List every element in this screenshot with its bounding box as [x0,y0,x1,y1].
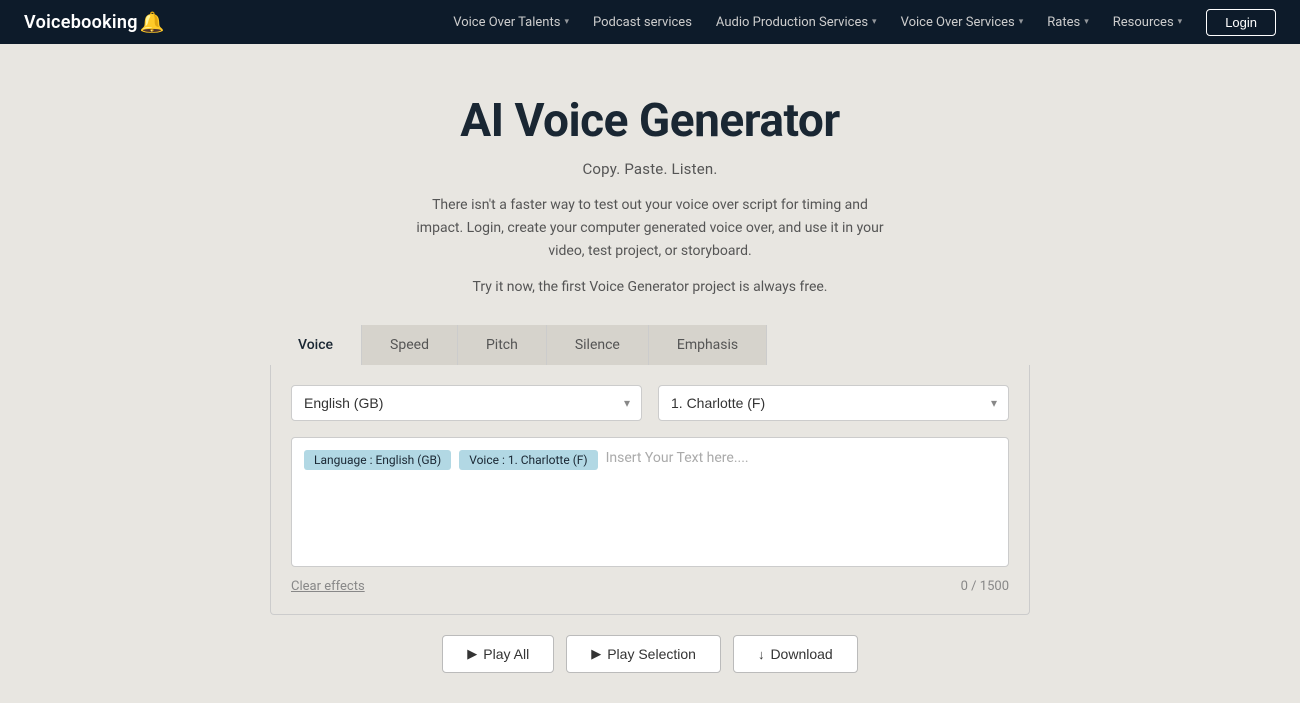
nav-item-resources[interactable]: Resources▾ [1103,9,1192,36]
panel-content: English (GB) 1. Charlotte (F) Language :… [270,365,1030,615]
play-all-button[interactable]: ▶ Play All [442,635,554,673]
hero-title: AI Voice Generator [460,94,840,148]
hero-free-note: Try it now, the first Voice Generator pr… [472,279,827,295]
play-all-label: Play All [483,646,529,662]
tab-silence[interactable]: Silence [547,325,649,365]
chevron-down-icon: ▾ [1019,17,1024,27]
chevron-down-icon: ▾ [1084,17,1089,27]
footer-row: Clear effects 0 / 1500 [291,579,1009,594]
play-selection-button[interactable]: ▶ Play Selection [566,635,721,673]
tab-emphasis[interactable]: Emphasis [649,325,767,365]
download-button[interactable]: ↓ Download [733,635,858,673]
play-selection-icon: ▶ [591,646,601,662]
tab-voice[interactable]: Voice [270,325,362,365]
tabs-container: VoiceSpeedPitchSilenceEmphasis [270,325,1030,365]
tab-speed[interactable]: Speed [362,325,458,365]
hero-subtitle: Copy. Paste. Listen. [582,160,717,178]
navbar-nav: Voice Over Talents▾Podcast servicesAudio… [443,9,1276,36]
play-all-icon: ▶ [467,646,477,662]
voice-select[interactable]: 1. Charlotte (F) [658,385,1009,421]
nav-item-voice-over-talents[interactable]: Voice Over Talents▾ [443,9,579,36]
language-select-wrapper: English (GB) [291,385,642,421]
text-area-container[interactable]: Language : English (GB) Voice : 1. Charl… [291,437,1009,567]
nav-item-rates[interactable]: Rates▾ [1037,9,1098,36]
hero-description: There isn't a faster way to test out you… [410,194,890,263]
nav-item-audio-production-services[interactable]: Audio Production Services▾ [706,9,887,36]
language-tag: Language : English (GB) [304,450,451,470]
char-count: 0 / 1500 [961,579,1009,594]
text-area-tags: Language : English (GB) Voice : 1. Charl… [304,450,996,470]
download-label: Download [770,646,832,662]
voice-tag: Voice : 1. Charlotte (F) [459,450,597,470]
nav-item-podcast-services[interactable]: Podcast services [583,9,702,36]
play-selection-label: Play Selection [607,646,696,662]
action-buttons: ▶ Play All ▶ Play Selection ↓ Download [442,635,857,673]
clear-effects-link[interactable]: Clear effects [291,579,365,594]
logo[interactable]: Voicebooking 🔔 [24,10,165,34]
navbar: Voicebooking 🔔 Voice Over Talents▾Podcas… [0,0,1300,44]
main-content: AI Voice Generator Copy. Paste. Listen. … [0,44,1300,703]
chevron-down-icon: ▾ [1178,17,1183,27]
chevron-down-icon: ▾ [872,17,877,27]
language-select[interactable]: English (GB) [291,385,642,421]
login-button[interactable]: Login [1206,9,1276,36]
logo-text: Voicebooking [24,12,138,33]
download-icon: ↓ [758,647,765,662]
voice-select-wrapper: 1. Charlotte (F) [658,385,1009,421]
tab-pitch[interactable]: Pitch [458,325,547,365]
tool-panel: VoiceSpeedPitchSilenceEmphasis English (… [270,325,1030,615]
selects-row: English (GB) 1. Charlotte (F) [291,385,1009,421]
logo-icon: 🔔 [140,10,165,34]
chevron-down-icon: ▾ [564,17,569,27]
text-placeholder: Insert Your Text here.... [606,450,749,470]
nav-item-voice-over-services[interactable]: Voice Over Services▾ [891,9,1034,36]
